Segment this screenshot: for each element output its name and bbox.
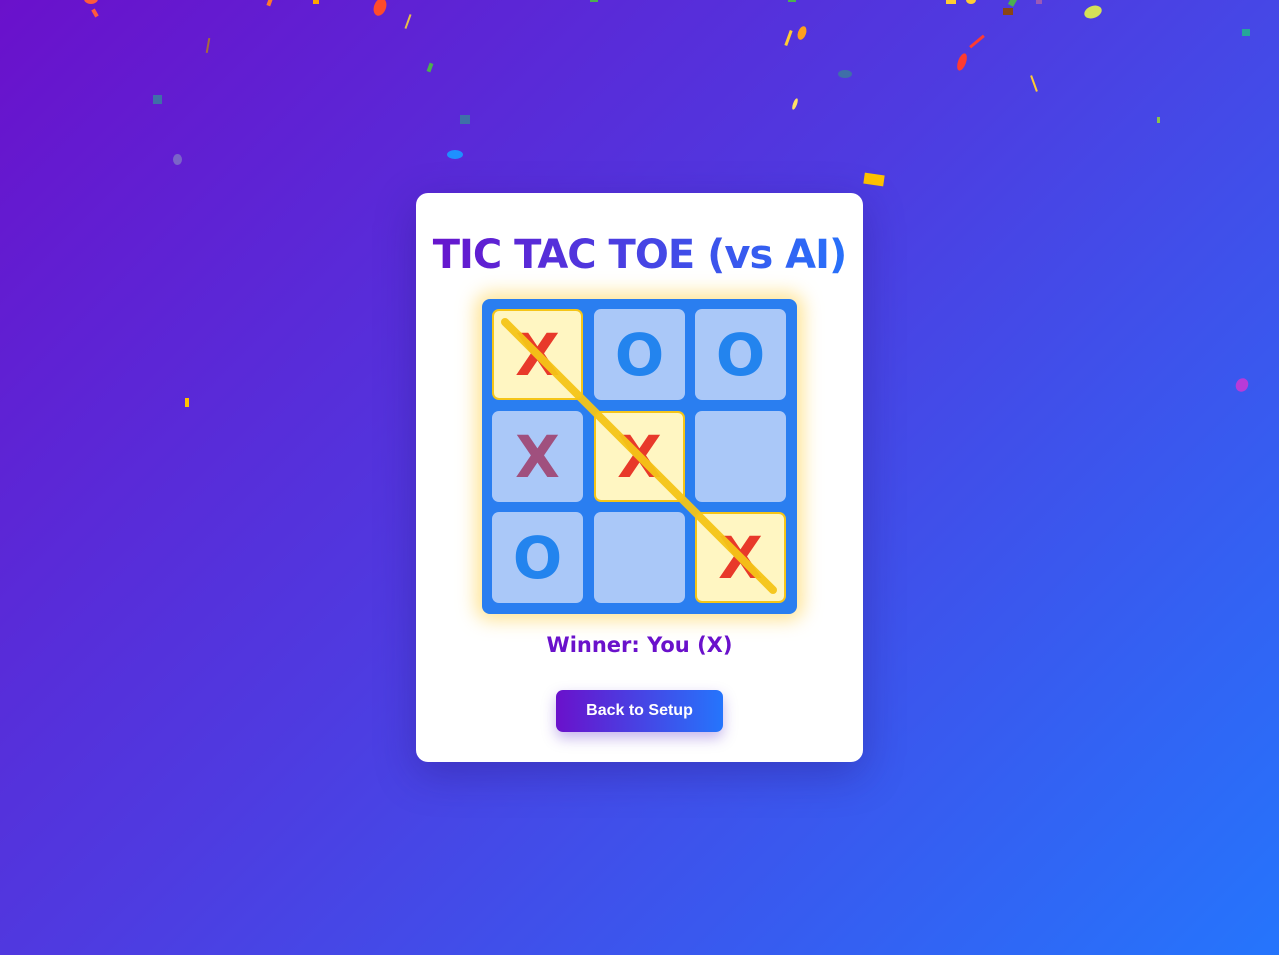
confetti-piece: [173, 154, 182, 165]
confetti-piece: [313, 0, 319, 4]
winner-status: Winner: You (X): [546, 633, 733, 657]
cell-mark: O: [614, 320, 665, 389]
confetti-piece: [590, 0, 598, 2]
confetti-piece: [84, 0, 98, 4]
confetti-piece: [1242, 29, 1250, 36]
confetti-piece: [266, 0, 274, 7]
cell-mark: O: [512, 523, 563, 592]
board-cell-4[interactable]: X: [492, 411, 583, 502]
confetti-piece: [447, 150, 463, 159]
cell-mark: O: [715, 320, 766, 389]
confetti-piece: [185, 398, 189, 407]
board-cell-3[interactable]: O: [695, 309, 786, 400]
game-board: X O O X X O X: [482, 299, 797, 614]
confetti-piece: [1233, 375, 1251, 395]
confetti-piece: [838, 70, 852, 78]
page-title: TIC TAC TOE (vs AI): [416, 225, 863, 285]
cell-mark: X: [718, 523, 763, 592]
board-cell-8[interactable]: [594, 512, 685, 603]
confetti-piece: [955, 52, 969, 72]
board-cell-9[interactable]: X: [695, 512, 786, 603]
confetti-piece: [91, 8, 99, 18]
confetti-piece: [1007, 0, 1019, 7]
confetti-piece: [371, 0, 389, 18]
cell-mark: X: [617, 422, 662, 491]
confetti-piece: [966, 0, 976, 4]
confetti-piece: [153, 95, 162, 104]
cell-mark: X: [515, 422, 560, 491]
confetti-piece: [863, 172, 885, 187]
confetti-piece: [205, 37, 211, 54]
board-cell-5[interactable]: X: [594, 411, 685, 502]
confetti-piece: [784, 29, 793, 47]
confetti-piece: [969, 34, 985, 49]
board-cell-6[interactable]: [695, 411, 786, 502]
board-cell-7[interactable]: O: [492, 512, 583, 603]
board-cell-2[interactable]: O: [594, 309, 685, 400]
confetti-piece: [1030, 75, 1038, 92]
confetti-piece: [946, 0, 956, 4]
confetti-piece: [791, 97, 799, 111]
confetti-piece: [1157, 117, 1160, 123]
cell-mark: X: [515, 320, 560, 389]
confetti-piece: [426, 62, 434, 73]
confetti-piece: [404, 14, 412, 29]
confetti-piece: [795, 25, 809, 41]
confetti-piece: [1036, 0, 1042, 4]
confetti-piece: [1082, 3, 1104, 21]
game-card: TIC TAC TOE (vs AI) X O O X X O X Winner…: [416, 193, 863, 762]
confetti-piece: [1003, 8, 1013, 15]
board-cell-1[interactable]: X: [492, 309, 583, 400]
confetti-piece: [460, 115, 470, 124]
back-to-setup-button[interactable]: Back to Setup: [556, 690, 723, 732]
confetti-piece: [788, 0, 796, 2]
